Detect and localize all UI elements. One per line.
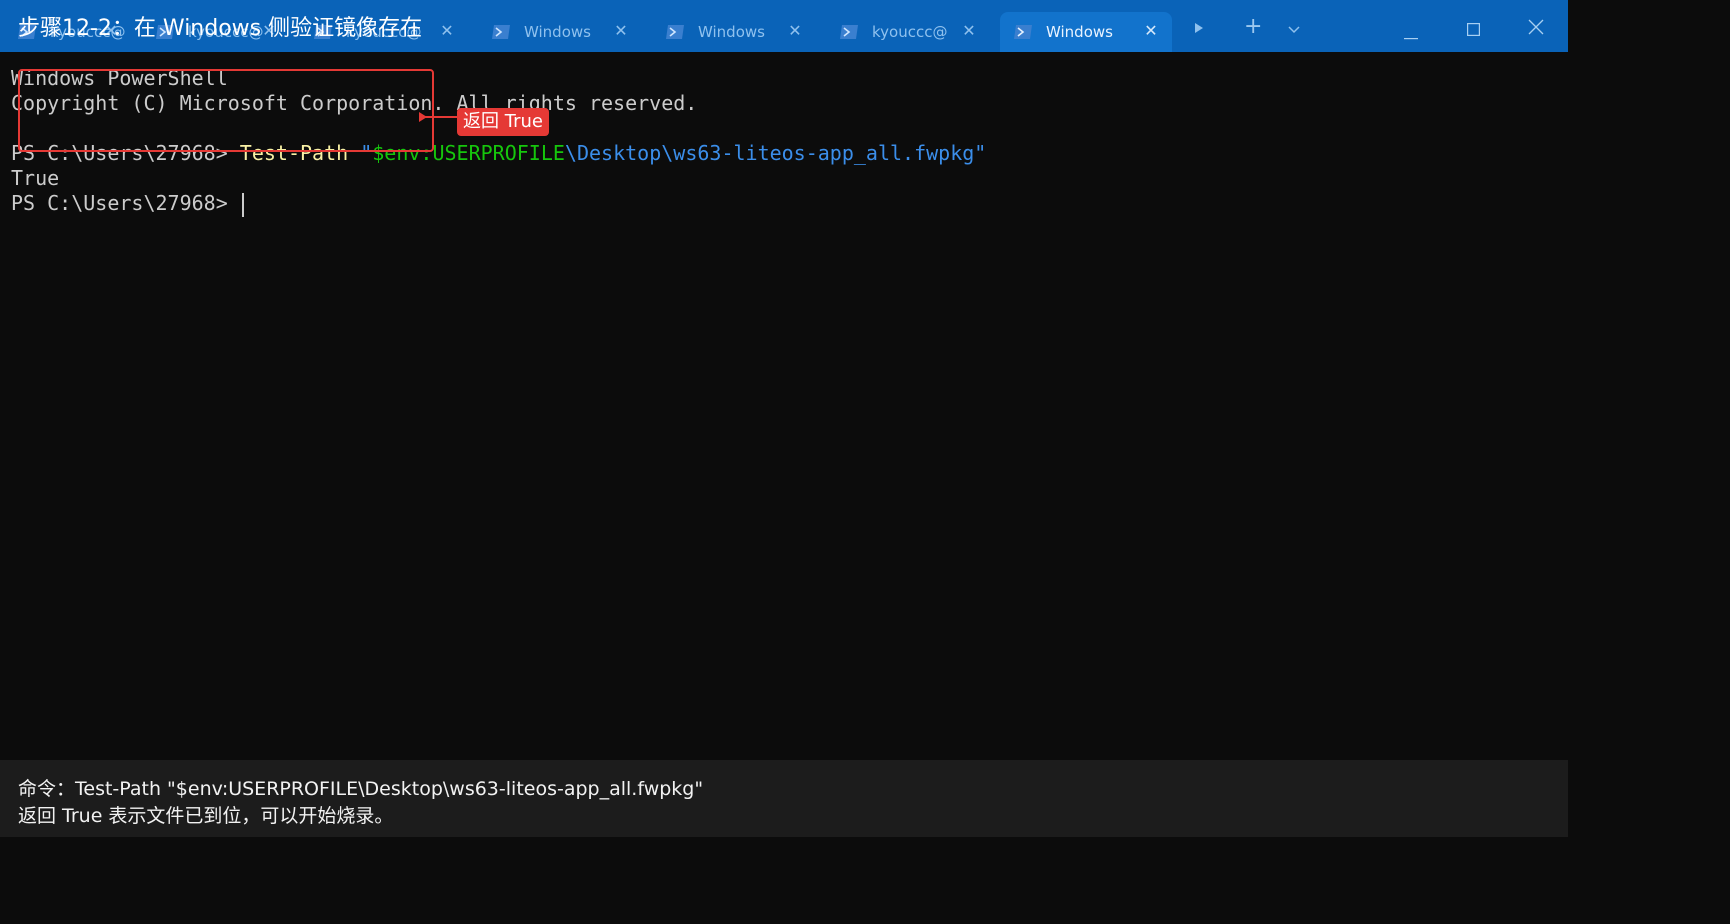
- maximize-icon[interactable]: [1467, 20, 1481, 41]
- tab-active[interactable]: Windows ✕: [1000, 12, 1172, 52]
- caption: 命令：Test-Path "$env:USERPROFILE\Desktop\w…: [0, 760, 1568, 837]
- string-path: \Desktop\ws63-liteos-app_all.fwpkg": [564, 141, 987, 165]
- tab-label: Windows: [698, 23, 765, 41]
- prompt-line[interactable]: PS C:\Users\27968>: [11, 191, 244, 217]
- step-title: 步骤12-2：在 Windows 侧验证镜像存在: [18, 16, 423, 41]
- title-bar: kyouccc@ ✕ kyouccc@ ✕ kyouccc@ ✕ Windows…: [0, 0, 1568, 52]
- powershell-icon: [1012, 23, 1034, 41]
- close-icon[interactable]: ✕: [786, 22, 804, 40]
- chevron-down-icon[interactable]: [1287, 20, 1301, 40]
- close-icon[interactable]: ✕: [612, 22, 630, 40]
- tab-label: kyouccc@: [872, 23, 948, 41]
- caption-line: 返回 True 表示文件已到位，可以开始烧录。: [18, 805, 394, 827]
- minimize-icon[interactable]: [1404, 24, 1418, 45]
- prompt: PS C:\Users\27968>: [11, 191, 240, 215]
- close-icon[interactable]: ✕: [438, 22, 456, 40]
- tab-5[interactable]: Windows ✕: [652, 12, 816, 52]
- tab-4[interactable]: Windows ✕: [478, 12, 642, 52]
- tab-label: Windows: [524, 23, 591, 41]
- command-output: True: [11, 166, 60, 190]
- powershell-icon: [838, 23, 860, 41]
- tab-6[interactable]: kyouccc@ ✕: [826, 12, 990, 52]
- close-icon[interactable]: [1528, 19, 1544, 40]
- caption-line: 命令：Test-Path "$env:USERPROFILE\Desktop\w…: [18, 778, 704, 800]
- close-icon[interactable]: ✕: [960, 22, 978, 40]
- annotation-box: [18, 69, 434, 152]
- play-icon[interactable]: [1193, 20, 1205, 40]
- close-icon[interactable]: ✕: [1142, 22, 1160, 40]
- tab-label: Windows: [1046, 23, 1113, 41]
- plus-icon[interactable]: +: [1244, 16, 1262, 38]
- terminal[interactable]: Windows PowerShell Copyright (C) Microso…: [0, 52, 1568, 760]
- powershell-icon: [490, 23, 512, 41]
- text-cursor: [241, 192, 244, 217]
- powershell-icon: [664, 23, 686, 41]
- annotation-label: 返回 True: [457, 108, 549, 136]
